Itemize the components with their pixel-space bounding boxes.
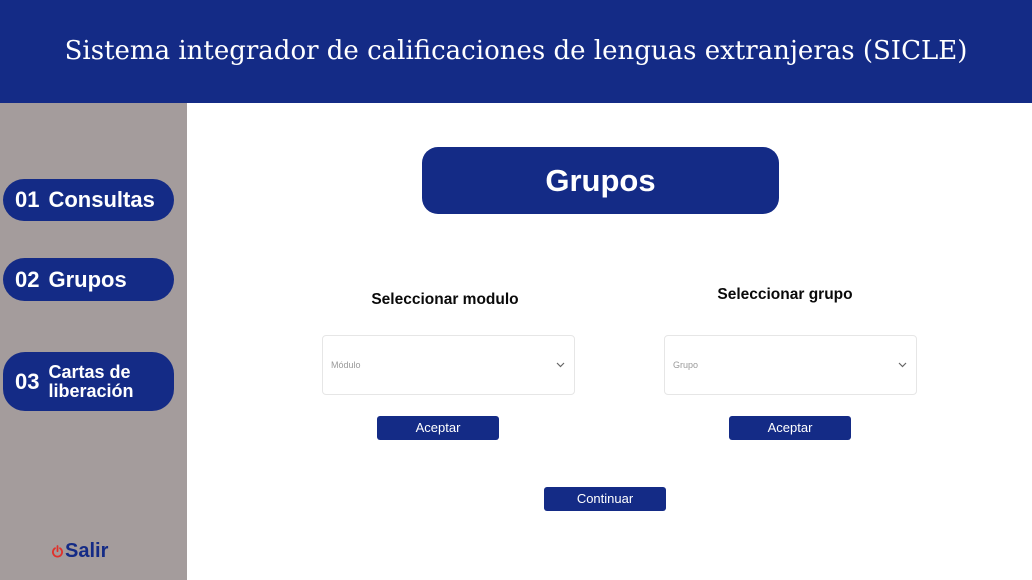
exit-label: Salir [65,539,109,562]
sidebar-item-label: Consultas [48,187,155,212]
header-bar: Sistema integrador de calificaciones de … [0,0,1032,103]
group-select[interactable]: Grupo [664,335,917,395]
select-module-label: Seleccionar modulo [371,291,519,308]
accept-group-button[interactable]: Aceptar [729,416,851,440]
module-select-value: Módulo [331,360,361,370]
select-group-label: Seleccionar grupo [717,286,853,303]
power-icon [51,544,64,558]
sidebar-item-label-line1: Cartas de [48,361,131,382]
sidebar-item-label-line2: liberación [48,380,134,401]
sidebar-item-consultas[interactable]: 01 Consultas [3,179,174,221]
module-select[interactable]: Módulo [322,335,575,395]
sidebar [0,103,187,580]
sidebar-item-number: 02 [15,266,40,292]
sidebar-item-number: 03 [15,368,40,394]
group-select-value: Grupo [673,360,699,370]
sidebar-item-number: 01 [15,187,40,212]
sidebar-item-label: Cartas de liberación [48,361,134,401]
continue-button[interactable]: Continuar [544,487,666,511]
sidebar-item-cartas-de-liberacion[interactable]: 03 Cartas de liberación [3,352,174,411]
sidebar-item-label: Grupos [48,266,127,292]
chevron-down-icon [556,362,565,368]
sidebar-item-grupos[interactable]: 02 Grupos [3,258,174,301]
exit-button[interactable]: Salir [51,539,108,563]
app-title: Sistema integrador de calificaciones de … [64,36,968,66]
chevron-down-icon [898,362,907,368]
page-title: Grupos [422,147,779,214]
accept-module-button[interactable]: Aceptar [377,416,499,440]
